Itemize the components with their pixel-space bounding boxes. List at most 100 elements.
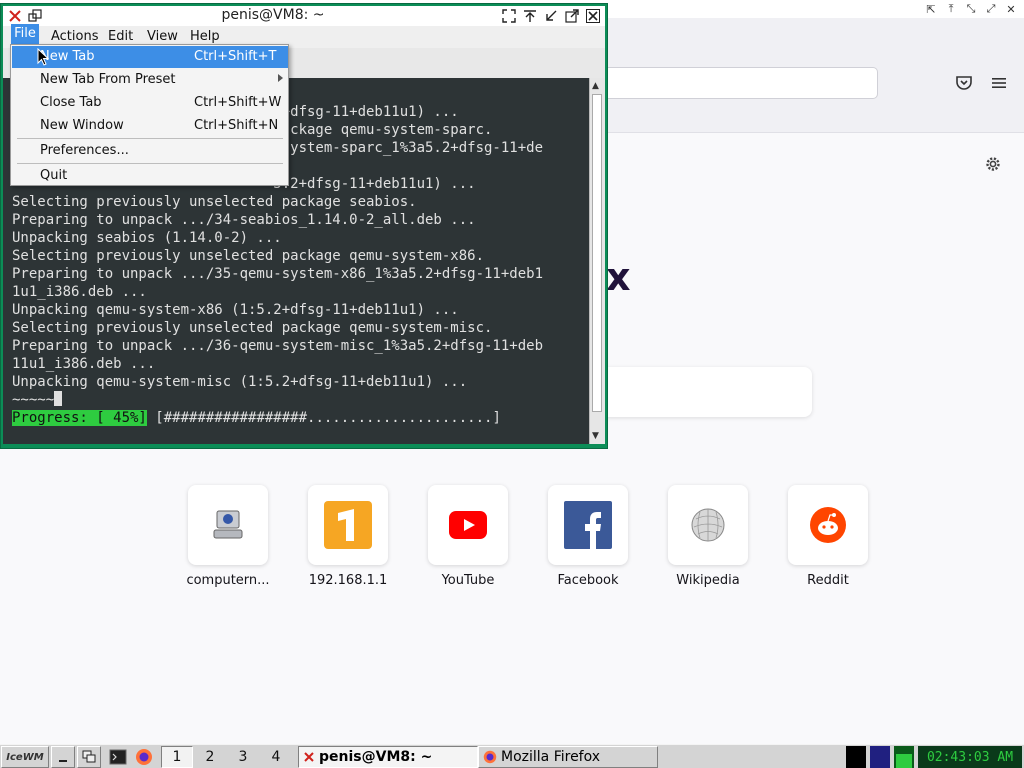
shortcut-label: 192.168.1.1 [308, 573, 388, 588]
workspace-label: 3 [238, 749, 248, 765]
scroll-down-icon[interactable]: ▼ [592, 431, 599, 441]
maximize-vert-icon[interactable]: ⇱ [924, 2, 938, 16]
taskbar: IceWM 1 2 3 4 penis@VM8: ~ Mozilla Firef… [0, 744, 1024, 768]
menu-item-label: New Tab From Preset [40, 72, 176, 87]
terminal-line: 1u1_i386.deb ... [12, 284, 147, 300]
workspace-label: 1 [172, 749, 182, 765]
shortcut-label: Reddit [807, 573, 849, 588]
youtube-icon [449, 511, 487, 539]
rollup-icon[interactable] [522, 8, 538, 24]
terminal-line: Selecting previously unselected package … [12, 320, 493, 336]
shortcut-tile-box[interactable] [548, 485, 628, 565]
shortcut-tile-box[interactable] [668, 485, 748, 565]
rollup-icon[interactable]: ⤒ [944, 2, 958, 16]
show-desktop-button[interactable] [51, 746, 75, 768]
menu-view[interactable]: View [147, 29, 178, 44]
menu-separator [17, 163, 283, 164]
url-bar[interactable] [605, 67, 878, 99]
shortcut-label: Wikipedia [676, 573, 740, 588]
terminal-window-controls [501, 8, 601, 24]
start-label: IceWM [6, 751, 44, 763]
terminal-line: 11u1_i386.deb ... [12, 356, 156, 372]
firefox-launcher[interactable] [132, 746, 156, 768]
menu-separator [17, 138, 283, 139]
minimize-icon[interactable]: ⤡ [964, 2, 978, 16]
minimize-icon[interactable] [543, 8, 559, 24]
window-list-button[interactable] [77, 746, 101, 768]
menu-edit[interactable]: Edit [108, 29, 133, 44]
menu-actions[interactable]: Actions [51, 29, 99, 44]
terminal-line: ~~~~~ [12, 391, 543, 409]
menu-item-new-window[interactable]: New Window Ctrl+Shift+N [12, 115, 288, 137]
text-cursor [54, 391, 63, 406]
top-sites: computern... 192.168.1.1 YouTube Faceboo… [168, 485, 888, 588]
shortcut-tile-box[interactable] [788, 485, 868, 565]
shortcut-label: computern... [186, 573, 270, 588]
progress-bar: [#################......................… [155, 410, 501, 426]
close-icon[interactable] [585, 8, 601, 24]
workspace-3[interactable]: 3 [228, 746, 258, 768]
close-icon[interactable]: ✕ [1004, 2, 1018, 16]
menu-item-new-tab-from-preset[interactable]: New Tab From Preset [12, 69, 288, 91]
wikipedia-icon [691, 508, 725, 542]
firefox-search-box[interactable] [606, 367, 812, 417]
shortcut-tile[interactable]: Reddit [768, 485, 888, 588]
workspace-4[interactable]: 4 [261, 746, 291, 768]
workspace-2[interactable]: 2 [195, 746, 225, 768]
router-icon [324, 501, 372, 549]
terminal-line: Preparing to unpack .../36-qemu-system-m… [12, 338, 544, 354]
menu-item-shortcut: Ctrl+Shift+T [194, 49, 277, 64]
menu-item-preferences[interactable]: Preferences... [12, 140, 288, 162]
windows-icon [82, 750, 96, 763]
mouse-cursor-icon [37, 48, 49, 66]
firefox-icon [136, 749, 152, 765]
workspace-label: 2 [205, 749, 215, 765]
menu-item-new-tab[interactable]: New Tab Ctrl+Shift+T [12, 46, 288, 68]
menu-item-shortcut: Ctrl+Shift+W [194, 95, 282, 110]
clock[interactable]: 02:43:03 AM [918, 746, 1022, 768]
cpu-monitor [846, 746, 866, 768]
menu-item-close-tab[interactable]: Close Tab Ctrl+Shift+W [12, 92, 288, 114]
gear-icon[interactable] [984, 155, 1002, 173]
terminal-line: Unpacking qemu-system-misc (1:5.2+dfsg-1… [12, 374, 468, 390]
reddit-icon [810, 507, 846, 543]
shortcut-tile[interactable]: YouTube [408, 485, 528, 588]
maximize-icon[interactable]: ⤢ [984, 2, 998, 16]
terminal-scrollbar[interactable]: ▲ ▼ [589, 78, 605, 444]
scrollbar-thumb[interactable] [592, 94, 602, 412]
shortcut-tile-box[interactable] [188, 485, 268, 565]
shortcut-tile[interactable]: computern... [168, 485, 288, 588]
firefox-wordmark-fragment: x [606, 255, 631, 299]
pocket-icon[interactable] [955, 75, 973, 91]
shortcut-label: YouTube [441, 573, 495, 588]
facebook-icon [564, 501, 612, 549]
task-terminal[interactable]: penis@VM8: ~ [298, 746, 478, 768]
memory-fill [896, 754, 912, 768]
menu-help[interactable]: Help [190, 29, 220, 44]
terminal-line: Selecting previously unselected package … [12, 248, 485, 264]
firefox-window-controls: ⇱ ⤒ ⤡ ⤢ ✕ [924, 2, 1018, 16]
start-button[interactable]: IceWM [1, 746, 49, 768]
window-title: penis@VM8: ~ [221, 7, 325, 23]
maximize-vert-icon[interactable] [501, 8, 517, 24]
hamburger-menu-icon[interactable] [991, 76, 1007, 90]
workspace-1[interactable]: 1 [161, 746, 193, 768]
maximize-icon[interactable] [564, 8, 580, 24]
task-firefox[interactable]: Mozilla Firefox [478, 746, 658, 768]
scroll-up-icon[interactable]: ▲ [592, 81, 599, 91]
task-label: penis@VM8: ~ [319, 749, 433, 765]
minimize-all-icon [59, 760, 67, 762]
shortcut-tile[interactable]: Wikipedia [648, 485, 768, 588]
menu-file[interactable]: File [11, 24, 39, 44]
menu-item-quit[interactable]: Quit [12, 165, 288, 187]
workspace-label: 4 [271, 749, 281, 765]
terminal-launcher[interactable] [106, 746, 130, 768]
shortcut-tile-box[interactable] [308, 485, 388, 565]
shortcut-tile-box[interactable] [428, 485, 508, 565]
shortcut-tile[interactable]: Facebook [528, 485, 648, 588]
terminal-titlebar[interactable]: penis@VM8: ~ [3, 6, 605, 26]
terminal-line: Unpacking seabios (1.14.0-2) ... [12, 230, 282, 246]
firefox-icon [483, 750, 497, 764]
shortcut-tile[interactable]: 192.168.1.1 [288, 485, 408, 588]
menu-item-label: Preferences... [40, 143, 129, 158]
